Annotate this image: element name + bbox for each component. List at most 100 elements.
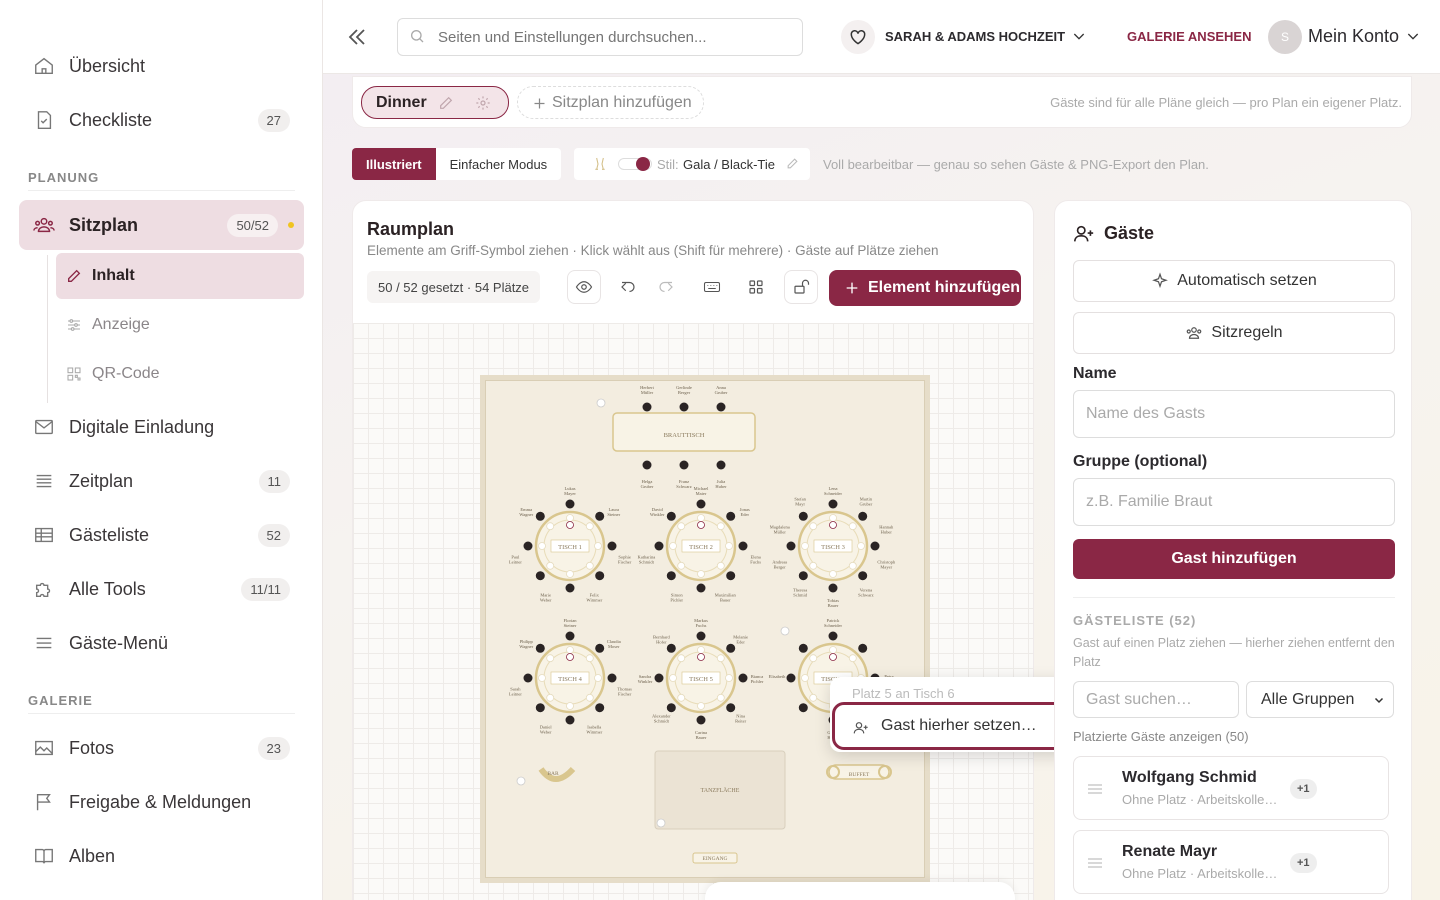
favorite-button[interactable] <box>841 20 875 54</box>
guest-meta: Ohne Platz · Arbeitskolle… <box>1122 866 1278 881</box>
sidebar-item-guest-menu[interactable]: Gäste-Menü <box>19 618 304 668</box>
guest-label: Gruber <box>641 484 654 489</box>
seating-rules-label: Sitzregeln <box>1211 324 1283 341</box>
guest-label: Wagner <box>519 512 533 517</box>
mail-icon <box>35 419 53 435</box>
sidebar-subitem-qr[interactable]: QR-Code <box>56 351 304 397</box>
place-setting <box>697 646 705 654</box>
chevron-down-icon[interactable] <box>1071 28 1087 44</box>
grid-button[interactable] <box>739 270 773 304</box>
guest-card[interactable]: Renate Mayr Ohne Platz · Arbeitskolle… +… <box>1073 830 1389 894</box>
chair <box>858 511 868 521</box>
sidebar-subitem-content[interactable]: Inhalt <box>56 253 304 299</box>
guest-label: Schneider <box>824 491 842 496</box>
sidebar-item-tools[interactable]: Alle Tools 11/11 <box>19 564 304 614</box>
search-input[interactable] <box>397 18 803 56</box>
redo-icon <box>659 281 673 293</box>
style-value: Gala / Black-Tie <box>683 156 775 172</box>
guest-label: Schneider <box>824 623 842 628</box>
place-setting <box>546 561 555 570</box>
auto-assign-button[interactable]: Automatisch setzen <box>1073 260 1395 302</box>
place-setting <box>566 646 574 654</box>
chair <box>595 643 605 653</box>
add-plan-label: Sitzplan hinzufügen <box>552 93 692 111</box>
seating-rules-button[interactable]: Sitzregeln <box>1073 312 1395 354</box>
chair <box>696 631 706 641</box>
guest-list-hint: Gast auf einen Platz ziehen — hierher zi… <box>1073 636 1395 669</box>
view-gallery-link[interactable]: GALERIE ANSEHEN <box>1127 29 1251 44</box>
sidebar-item-checklist[interactable]: Checkliste 27 <box>19 95 304 145</box>
sidebar-item-label: Freigabe & Meldungen <box>69 791 252 812</box>
place-setting <box>848 654 857 663</box>
place-setting <box>716 561 725 570</box>
guest-label: Gruber <box>860 502 873 507</box>
guest-label: Weber <box>540 729 552 734</box>
drag-handle-icon[interactable] <box>1088 784 1102 794</box>
add-guest-button[interactable]: Gast hinzufügen <box>1073 539 1395 579</box>
add-element-label: Element hinzufügen <box>868 279 1020 296</box>
drag-handle-icon[interactable] <box>1088 858 1102 868</box>
plus-handle <box>780 626 790 636</box>
chair <box>726 703 736 713</box>
undo-button[interactable] <box>611 270 645 304</box>
seating-plan-drawing[interactable]: BRAUTTISCHHerbertMüllerGerlindeBergerAnn… <box>353 323 1033 900</box>
account-menu[interactable]: Mein Konto <box>1308 26 1399 47</box>
name-field[interactable] <box>1073 390 1395 438</box>
guest-label: Schmid <box>793 592 808 597</box>
guest-card[interactable]: Wolfgang Schmid Ohne Platz · Arbeitskoll… <box>1073 756 1389 820</box>
chair <box>607 673 617 683</box>
sidebar-subitem-display[interactable]: Anzeige <box>56 302 304 348</box>
sidebar-item-guestlist[interactable]: Gästeliste 52 <box>19 510 304 560</box>
sidebar-item-sharing[interactable]: Freigabe & Meldungen <box>19 777 304 827</box>
place-setting <box>677 654 686 663</box>
chair <box>798 571 808 581</box>
add-element-button[interactable]: Element hinzufügen <box>829 270 1021 306</box>
room-plan-panel: Raumplan Elemente am Griff-Symbol ziehen… <box>352 200 1034 900</box>
guest-search-input[interactable]: Gast suchen… <box>1073 681 1239 718</box>
chair <box>786 673 796 683</box>
mode-simple-button[interactable]: Einfacher Modus <box>436 148 562 180</box>
preview-button[interactable] <box>567 270 601 304</box>
sidebar-item-seating[interactable]: Sitzplan 50/52 <box>19 200 304 250</box>
guest-label: Fuchs <box>750 559 761 564</box>
guest-name: Wolfgang Schmid <box>1122 769 1257 786</box>
sliders-icon <box>68 319 80 331</box>
group-field[interactable] <box>1073 478 1395 526</box>
place-setting <box>585 654 594 663</box>
chevron-down-icon[interactable] <box>1405 28 1421 44</box>
collapse-sidebar-icon[interactable] <box>345 25 369 49</box>
undo-icon <box>621 281 635 293</box>
room-canvas[interactable]: BRAUTTISCH Herbert Müller Gerlinde Berger Ann… <box>353 323 1033 900</box>
place-setting <box>546 693 555 702</box>
chair <box>696 583 706 593</box>
sidebar-item-timeline[interactable]: Zeitplan 11 <box>19 456 304 506</box>
plus-handle <box>566 653 574 661</box>
guest-label: Schmidt <box>654 719 670 724</box>
edit-icon[interactable] <box>438 95 454 111</box>
place-setting <box>725 674 733 682</box>
champagne-icon <box>595 157 605 170</box>
add-plan-button[interactable]: Sitzplan hinzufügen <box>517 86 704 119</box>
event-selector[interactable]: SARAH & ADAMS HOCHZEIT <box>885 29 1065 44</box>
place-setting <box>566 570 574 578</box>
sidebar-item-overview[interactable]: Übersicht <box>19 41 304 91</box>
redo-button[interactable] <box>649 270 683 304</box>
chair <box>595 511 605 521</box>
lock-button[interactable] <box>784 270 818 304</box>
keyboard-button[interactable] <box>695 270 729 304</box>
show-placed-toggle[interactable]: Platzierte Gäste anzeigen (50) <box>1073 729 1249 744</box>
mode-hint: Voll bearbeitbar — genau so sehen Gäste … <box>823 157 1209 172</box>
plan-tab-dinner[interactable]: Dinner <box>361 86 509 119</box>
style-selector[interactable]: Stil: Gala / Black-Tie <box>574 148 810 180</box>
count-badge: 27 <box>257 108 290 132</box>
guest-label: Steiner <box>607 512 620 517</box>
list-icon <box>36 474 52 488</box>
sidebar-item-albums[interactable]: Alben <box>19 831 304 881</box>
sidebar-item-photos[interactable]: Fotos 23 <box>19 723 304 773</box>
avatar[interactable]: S <box>1268 20 1302 54</box>
sidebar-item-invitation[interactable]: Digitale Einladung <box>19 402 304 452</box>
mode-illustrated-button[interactable]: Illustriert <box>352 148 436 180</box>
chair <box>679 402 689 412</box>
gear-icon[interactable] <box>475 95 491 111</box>
group-filter-select[interactable]: Alle Gruppen <box>1246 681 1394 718</box>
